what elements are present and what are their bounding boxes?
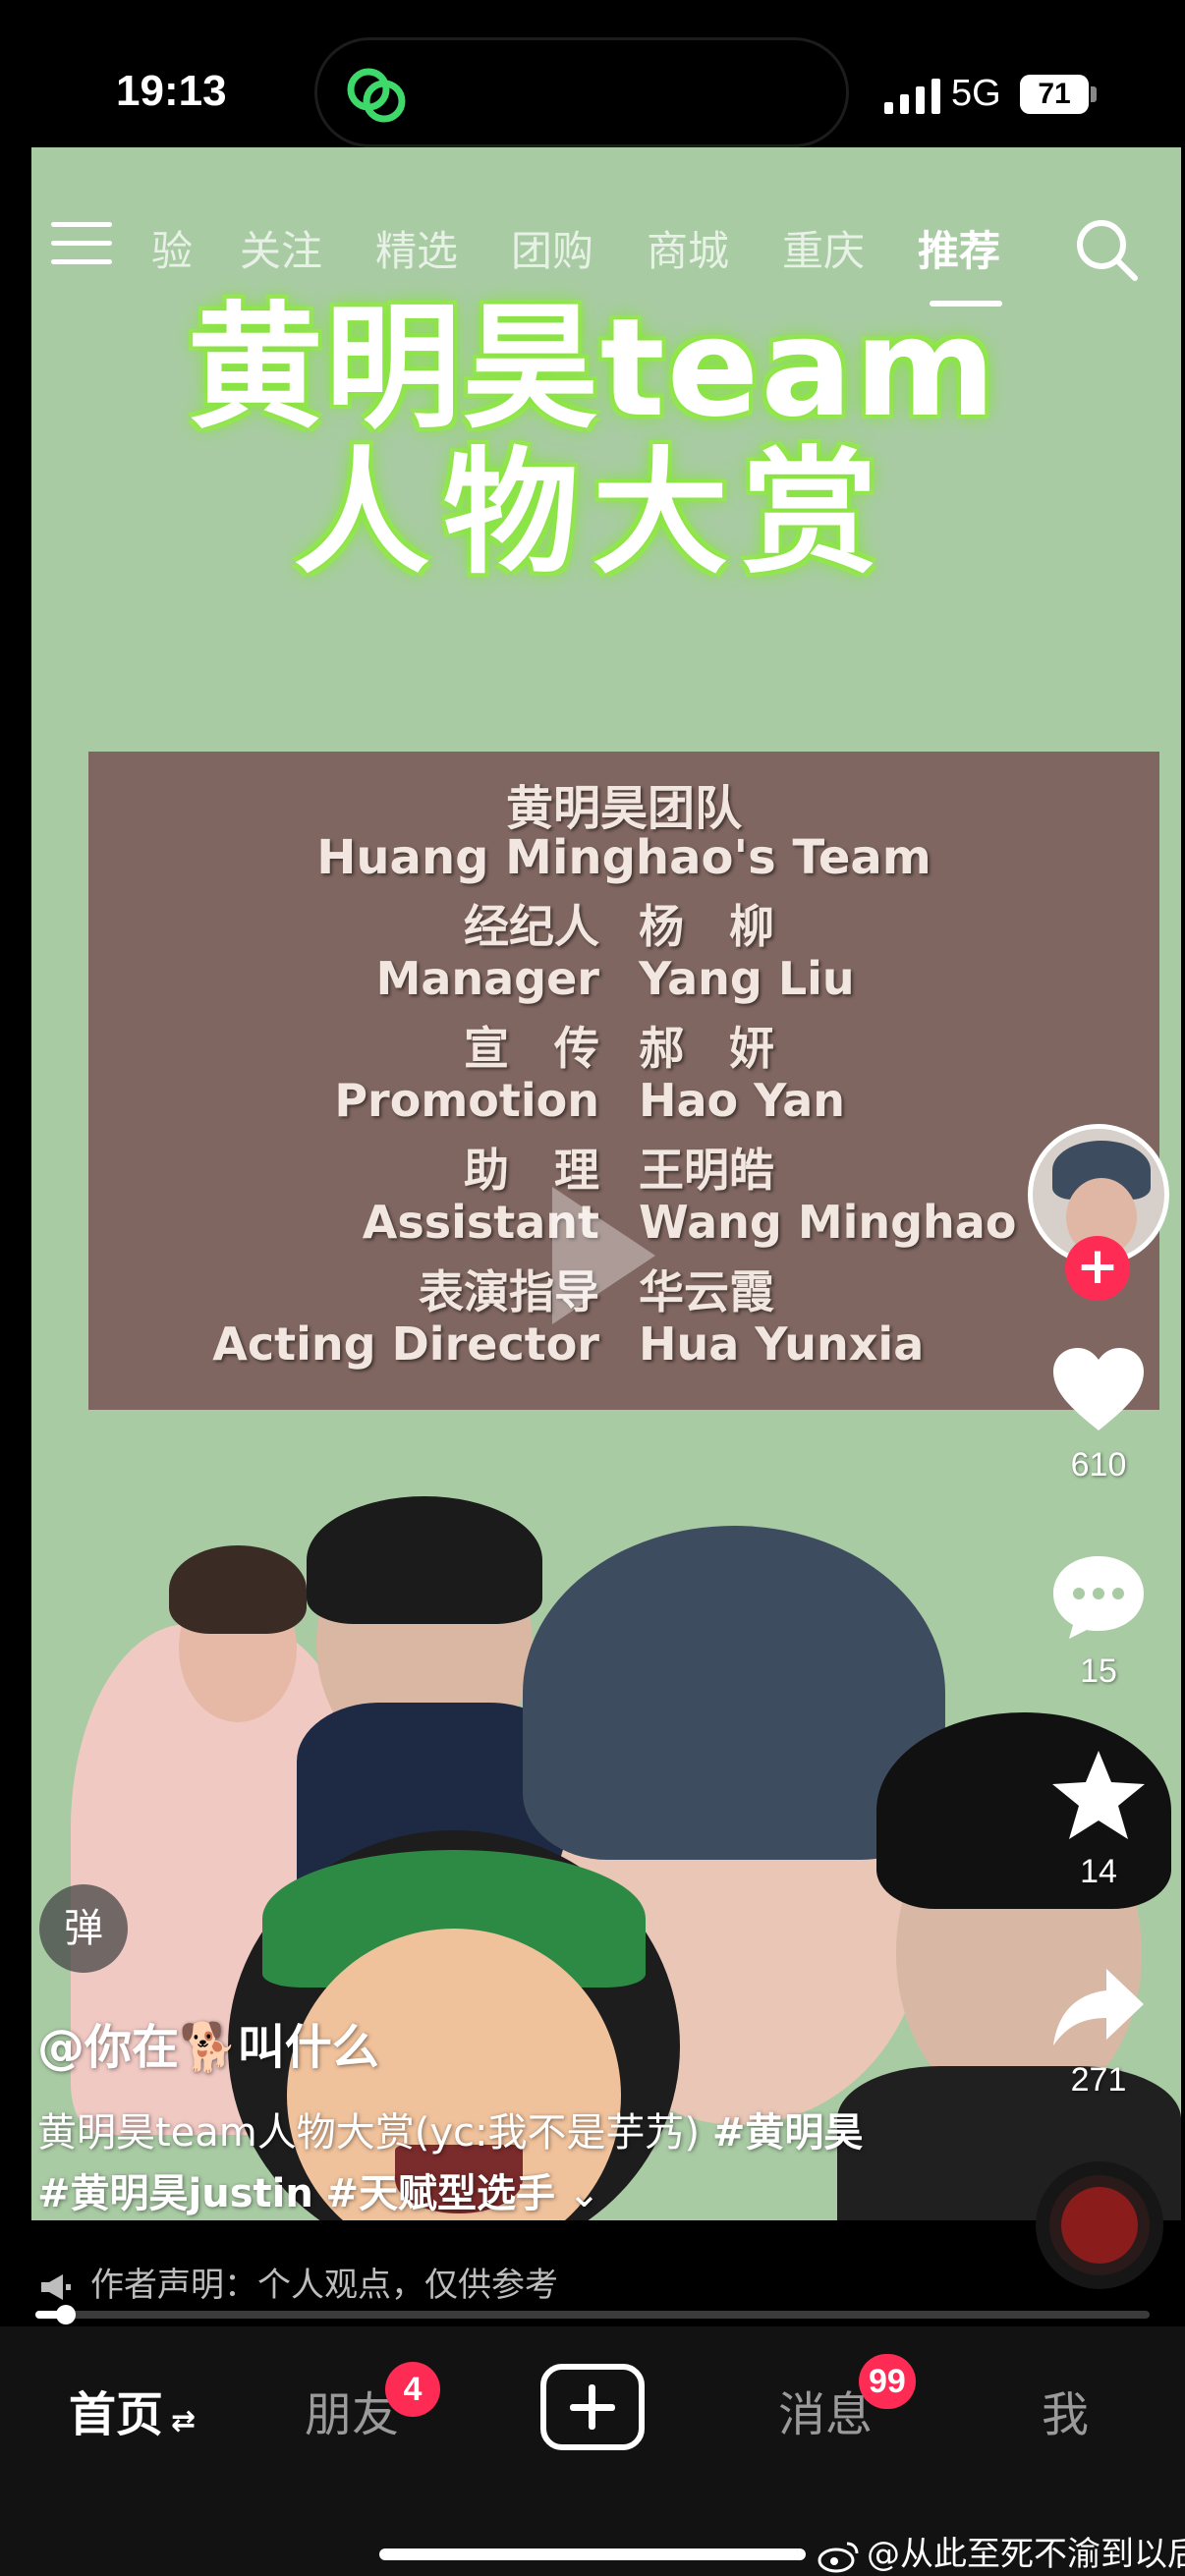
tab-featured[interactable]: 精选 — [375, 218, 458, 278]
battery-icon: 71 — [1020, 75, 1089, 114]
music-disc[interactable] — [1036, 2161, 1163, 2289]
megaphone-icon — [41, 2273, 71, 2300]
status-time: 19:13 — [116, 67, 227, 115]
person-left-hair — [169, 1545, 307, 1634]
active-tab-indicator — [930, 301, 1002, 307]
dynamic-island — [314, 37, 849, 147]
link-icon — [347, 68, 406, 123]
weibo-icon — [818, 2542, 859, 2572]
network-type: 5G — [951, 73, 1001, 114]
person-glasses-hair — [307, 1496, 542, 1624]
author-name[interactable]: @你在🐕叫什么 — [37, 2008, 379, 2077]
author-declaration: 作者声明：个人观点，仅供参考 — [39, 2258, 558, 2306]
credits-header-cn: 黄明昊团队 — [505, 781, 742, 836]
credit-name: Wang Minghao — [639, 1196, 1017, 1249]
follow-button[interactable]: + — [1065, 1236, 1130, 1301]
nav-home-label: 首页 — [69, 2387, 164, 2442]
credit-role: Promotion — [334, 1074, 599, 1127]
bottom-nav: 首页 ⇄ 朋友 4 消息 99 我 @从此至死不渝到以后 — [0, 2326, 1185, 2576]
credit-role: 宣 传 — [464, 1022, 599, 1075]
play-icon[interactable] — [542, 1182, 660, 1329]
expand-caption-icon[interactable]: ⌄ — [568, 2171, 601, 2216]
favorite-button[interactable]: 14 — [1032, 1749, 1165, 1891]
credit-role: Manager — [375, 952, 599, 1005]
credit-role: Acting Director — [212, 1317, 599, 1371]
star-icon — [1052, 1751, 1145, 1839]
video-progress[interactable] — [35, 2305, 1150, 2324]
credit-name: Hao Yan — [639, 1074, 846, 1127]
friends-badge: 4 — [385, 2362, 440, 2417]
hashtag[interactable]: #黄明昊 — [712, 2110, 864, 2156]
credits-header-en: Huang Minghao's Team — [316, 830, 931, 885]
tab-recommend[interactable]: 推荐 — [918, 218, 1000, 278]
top-nav: 验 关注 精选 团购 商城 重庆 推荐 — [0, 196, 1185, 307]
credit-name: 杨 柳 — [639, 900, 774, 953]
create-post-button[interactable] — [540, 2364, 645, 2450]
hashtag[interactable]: #黄明昊justin — [37, 2171, 313, 2216]
tab-chongqing[interactable]: 重庆 — [782, 218, 865, 278]
battery-cap — [1091, 86, 1097, 102]
tab-group-buy[interactable]: 团购 — [511, 218, 593, 278]
menu-icon[interactable] — [51, 222, 112, 269]
comment-icon — [1053, 1556, 1144, 1639]
share-button[interactable]: 271 — [1032, 1965, 1165, 2100]
signal-icon — [884, 79, 940, 114]
home-indicator[interactable] — [379, 2548, 806, 2560]
credit-name: 郝 妍 — [639, 1022, 774, 1075]
share-count: 271 — [1070, 2061, 1127, 2099]
heart-icon — [1053, 1348, 1144, 1430]
share-icon — [1053, 1969, 1144, 2045]
declaration-text: 作者声明：个人观点，仅供参考 — [90, 2266, 558, 2305]
nav-me[interactable]: 我 — [1042, 2376, 1089, 2444]
status-bar: 19:13 5G 71 — [0, 0, 1185, 147]
tab-following[interactable]: 关注 — [240, 218, 322, 278]
messages-badge: 99 — [859, 2354, 916, 2409]
collage-photo — [31, 1378, 1181, 2220]
swap-icon: ⇄ — [171, 2404, 197, 2438]
tab-partial[interactable]: 验 — [151, 218, 193, 278]
hashtag[interactable]: #天赋型选手 — [326, 2171, 556, 2216]
credit-name: Yang Liu — [639, 952, 855, 1005]
danmu-toggle[interactable]: 弹 — [39, 1884, 128, 1973]
credit-role: 经纪人 — [464, 900, 599, 953]
progress-handle[interactable] — [55, 2305, 76, 2324]
tab-mall[interactable]: 商城 — [647, 218, 729, 278]
nav-home[interactable]: 首页 ⇄ — [69, 2376, 196, 2444]
comment-button[interactable]: 15 — [1032, 1552, 1165, 1691]
favorite-count: 14 — [1080, 1853, 1117, 1890]
weibo-watermark: @从此至死不渝到以后 — [818, 2527, 1185, 2575]
comment-count: 15 — [1080, 1652, 1117, 1690]
watermark-text: @从此至死不渝到以后 — [867, 2535, 1185, 2574]
like-count: 610 — [1070, 1446, 1127, 1484]
like-button[interactable]: 610 — [1032, 1346, 1165, 1484]
search-icon[interactable] — [1073, 216, 1140, 283]
caption-text: 黄明昊team人物大赏(yc:我不是芋艿) — [37, 2110, 712, 2156]
video-title-line2: 人物大赏 — [293, 434, 891, 592]
video-caption[interactable]: 黄明昊team人物大赏(yc:我不是芋艿) #黄明昊 #黄明昊justin #天… — [37, 2102, 981, 2224]
credit-name: Hua Yunxia — [639, 1317, 925, 1371]
